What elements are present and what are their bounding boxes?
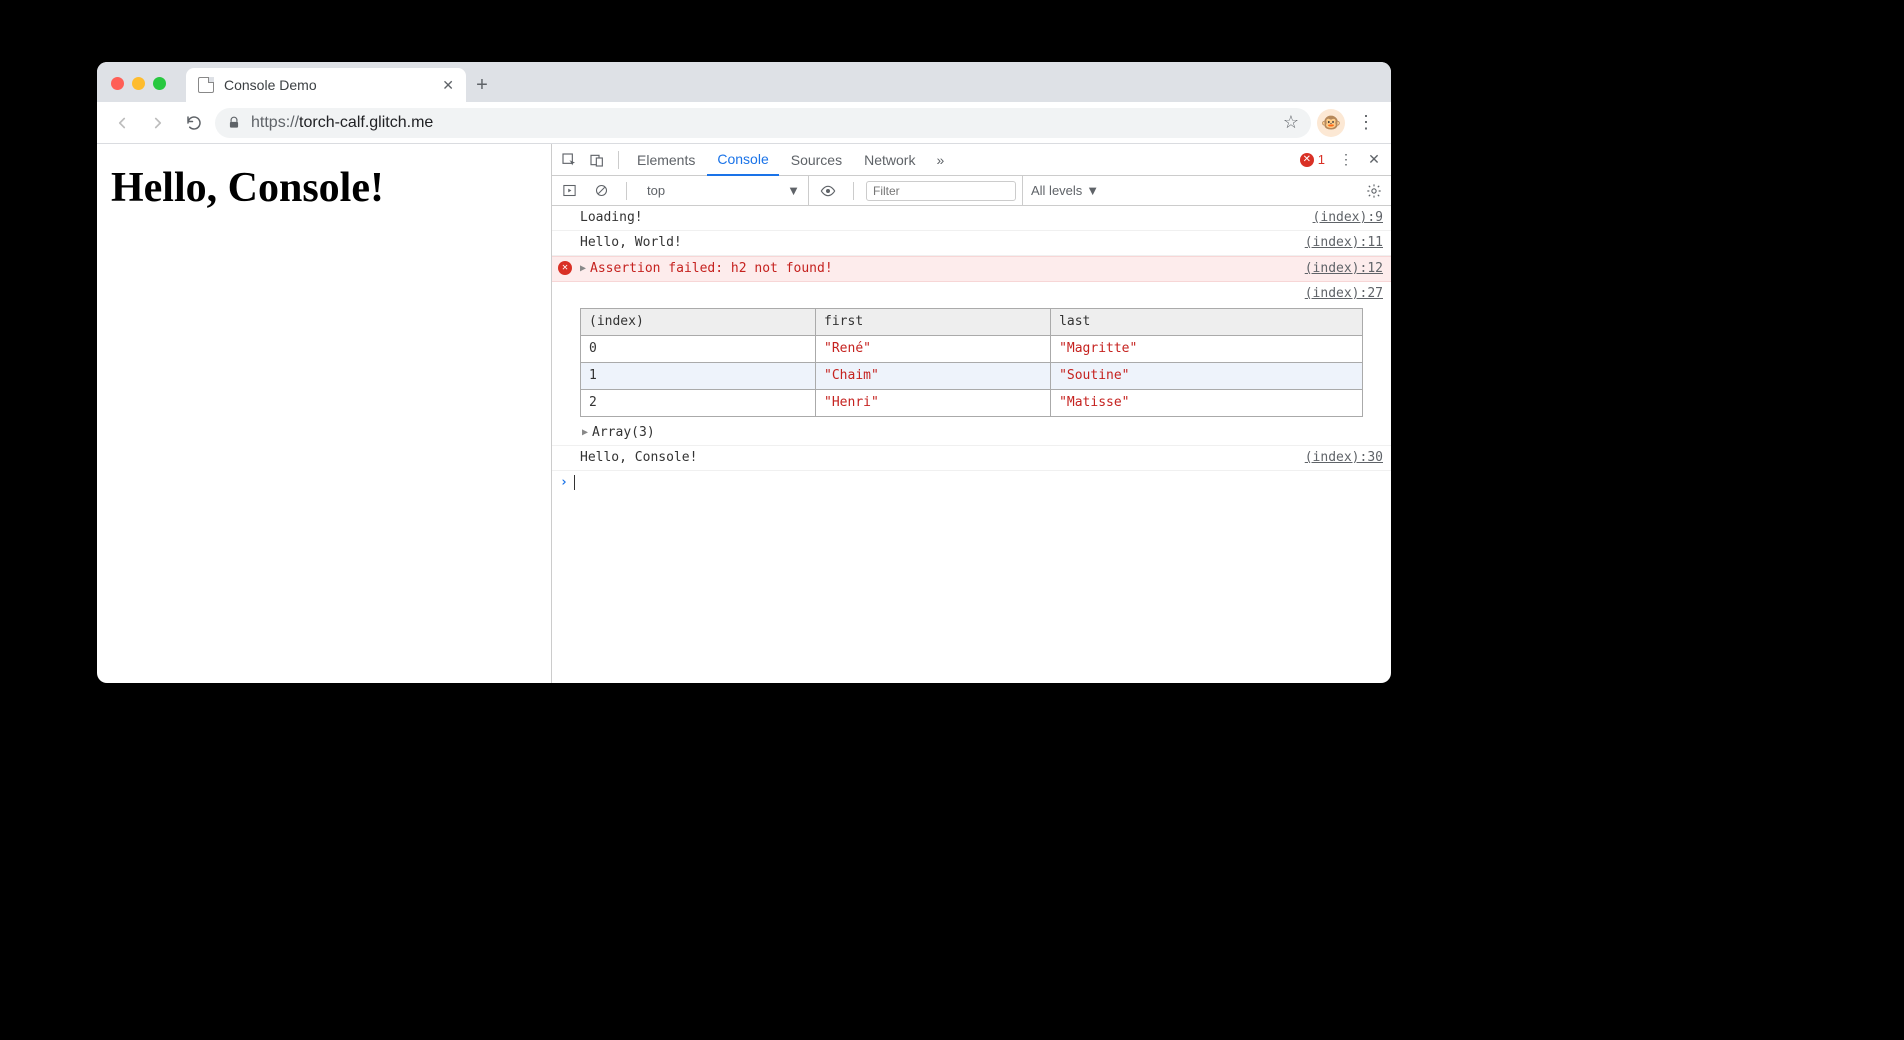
array-summary[interactable]: ▶ Array(3) — [580, 423, 1383, 443]
context-selector[interactable]: top ▼ — [639, 176, 809, 205]
close-devtools-button[interactable]: ✕ — [1361, 147, 1387, 173]
chevron-double-right-icon: » — [937, 152, 945, 168]
table-header[interactable]: (index) — [581, 309, 816, 336]
source-link[interactable]: (index):27 — [1295, 284, 1383, 304]
lock-icon — [227, 116, 241, 130]
browser-window: Console Demo ✕ + https://torch-calf.glit… — [97, 62, 1391, 683]
source-link[interactable]: (index):9 — [1303, 208, 1383, 228]
table-row[interactable]: 0 "René" "Magritte" — [581, 336, 1363, 363]
console-table: (index) first last 0 "René" "Magritte" — [580, 308, 1363, 417]
browser-toolbar: https://torch-calf.glitch.me ☆ 🐵 ⋮ — [97, 102, 1391, 144]
tab-title: Console Demo — [224, 77, 317, 93]
content-area: Hello, Console! Elements Console Sources… — [97, 144, 1391, 683]
devtools-menu-button[interactable]: ⋮ — [1333, 147, 1359, 173]
eye-icon — [820, 183, 836, 199]
inspect-element-button[interactable] — [556, 147, 582, 173]
prompt-chevron-icon: › — [560, 475, 568, 490]
inspect-icon — [561, 152, 577, 168]
source-link[interactable]: (index):11 — [1295, 233, 1383, 253]
bookmark-star-icon[interactable]: ☆ — [1283, 112, 1299, 133]
window-controls — [111, 77, 166, 102]
back-button[interactable] — [107, 108, 137, 138]
source-link[interactable]: (index):12 — [1295, 259, 1383, 279]
clear-icon — [594, 183, 609, 198]
arrow-left-icon — [113, 114, 131, 132]
gear-icon — [1366, 183, 1382, 199]
log-entry[interactable]: Loading! (index):9 — [552, 206, 1391, 231]
arrow-right-icon — [149, 114, 167, 132]
error-icon: ✕ — [558, 261, 572, 275]
new-tab-button[interactable]: + — [466, 68, 498, 102]
console-prompt[interactable]: › — [552, 471, 1391, 494]
rendered-page: Hello, Console! — [97, 144, 552, 683]
url-text: https://torch-calf.glitch.me — [251, 114, 433, 132]
forward-button[interactable] — [143, 108, 173, 138]
table-row[interactable]: 2 "Henri" "Matisse" — [581, 390, 1363, 417]
log-levels-selector[interactable]: All levels ▼ — [1022, 176, 1107, 205]
console-sidebar-toggle[interactable] — [556, 178, 582, 204]
tab-console[interactable]: Console — [707, 144, 778, 176]
console-filter-bar: top ▼ All levels ▼ — [552, 176, 1391, 206]
devtools-tabs: Elements Console Sources Network » ✕ 1 ⋮… — [552, 144, 1391, 176]
close-tab-button[interactable]: ✕ — [442, 77, 454, 94]
tab-sources[interactable]: Sources — [781, 144, 852, 176]
close-window-button[interactable] — [111, 77, 124, 90]
error-icon: ✕ — [1300, 153, 1314, 167]
address-bar[interactable]: https://torch-calf.glitch.me ☆ — [215, 108, 1311, 138]
minimize-window-button[interactable] — [132, 77, 145, 90]
browser-tab[interactable]: Console Demo ✕ — [186, 68, 466, 102]
page-heading: Hello, Console! — [111, 164, 537, 212]
log-entry[interactable]: Hello, World! (index):11 — [552, 231, 1391, 256]
live-expression-button[interactable] — [815, 178, 841, 204]
tab-strip: Console Demo ✕ + — [97, 62, 1391, 102]
clear-console-button[interactable] — [588, 178, 614, 204]
expand-triangle-icon[interactable]: ▶ — [580, 259, 586, 279]
devices-icon — [589, 152, 605, 168]
browser-menu-button[interactable]: ⋮ — [1351, 112, 1381, 133]
table-row[interactable]: 1 "Chaim" "Soutine" — [581, 363, 1363, 390]
filter-input[interactable] — [866, 181, 1016, 201]
tab-network[interactable]: Network — [854, 144, 925, 176]
tab-elements[interactable]: Elements — [627, 144, 705, 176]
console-output: Loading! (index):9 Hello, World! (index)… — [552, 206, 1391, 683]
log-entry[interactable]: Hello, Console! (index):30 — [552, 446, 1391, 471]
profile-avatar[interactable]: 🐵 — [1317, 109, 1345, 137]
more-tabs-button[interactable]: » — [927, 147, 953, 173]
chevron-down-icon: ▼ — [1086, 183, 1099, 198]
device-toggle-button[interactable] — [584, 147, 610, 173]
page-icon — [198, 77, 214, 93]
console-settings-button[interactable] — [1361, 178, 1387, 204]
reload-icon — [185, 114, 203, 132]
expand-triangle-icon: ▶ — [582, 423, 588, 443]
sidebar-icon — [562, 183, 577, 198]
log-entry-error[interactable]: ✕ ▶ Assertion failed: h2 not found! (ind… — [552, 256, 1391, 282]
text-cursor — [574, 475, 575, 490]
log-entry-table: (index):27 (index) first last 0 — [552, 282, 1391, 446]
chevron-down-icon: ▼ — [787, 183, 800, 198]
table-header[interactable]: last — [1051, 309, 1363, 336]
reload-button[interactable] — [179, 108, 209, 138]
separator — [618, 151, 619, 169]
devtools-panel: Elements Console Sources Network » ✕ 1 ⋮… — [552, 144, 1391, 683]
maximize-window-button[interactable] — [153, 77, 166, 90]
error-count-badge[interactable]: ✕ 1 — [1294, 152, 1331, 167]
table-header[interactable]: first — [816, 309, 1051, 336]
source-link[interactable]: (index):30 — [1295, 448, 1383, 468]
